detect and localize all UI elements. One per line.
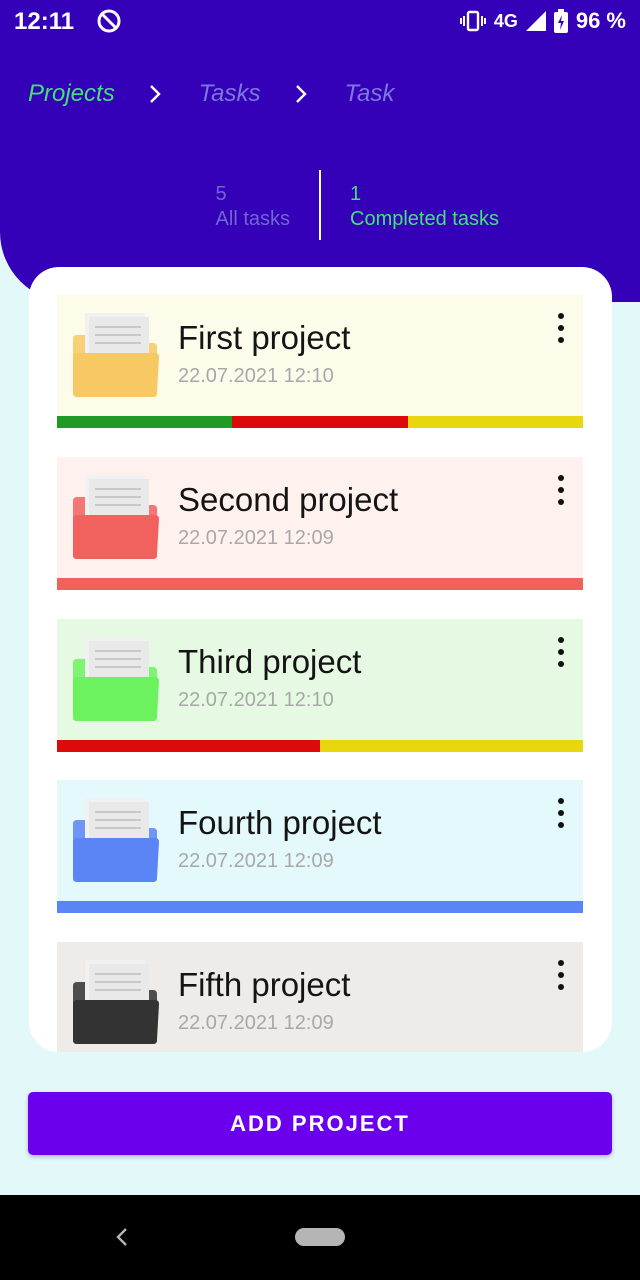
folder-icon xyxy=(73,798,159,882)
vibrate-icon xyxy=(459,10,486,32)
folder-icon xyxy=(73,960,159,1044)
project-date: 22.07.2021 12:09 xyxy=(178,1012,334,1034)
project-date: 22.07.2021 12:09 xyxy=(178,850,334,872)
battery-icon xyxy=(553,9,568,33)
progress-bar xyxy=(57,578,583,590)
breadcrumb-task[interactable]: Task xyxy=(345,80,395,108)
network-label: 4G xyxy=(493,10,518,31)
breadcrumb: Projects Tasks Task xyxy=(28,78,394,110)
project-card[interactable]: First project 22.07.2021 12:10 xyxy=(57,295,583,428)
battery-percent: 96 % xyxy=(575,8,626,33)
progress-bar xyxy=(57,740,583,752)
project-date: 22.07.2021 12:09 xyxy=(178,527,334,549)
project-card[interactable]: Fifth project 22.07.2021 12:09 xyxy=(57,942,583,1052)
task-stats: 5 All tasks 1 Completed tasks xyxy=(0,170,640,240)
status-bar: 12:11 4G 96 % xyxy=(0,0,640,46)
completed-tasks-count: 1 xyxy=(350,183,362,205)
project-title: First project xyxy=(178,319,351,356)
status-indicators: 4G 96 % xyxy=(459,8,626,34)
project-title: Fifth project xyxy=(178,966,351,1003)
dnd-icon xyxy=(97,9,121,33)
more-options-icon[interactable] xyxy=(551,960,571,990)
progress-segment xyxy=(57,416,233,428)
progress-segment xyxy=(57,740,320,752)
all-tasks-count: 5 xyxy=(215,183,227,205)
chevron-right-icon xyxy=(149,85,161,103)
all-tasks-label: All tasks xyxy=(215,208,290,230)
progress-bar xyxy=(57,901,583,913)
project-card[interactable]: Fourth project 22.07.2021 12:09 xyxy=(57,780,583,913)
more-options-icon[interactable] xyxy=(551,798,571,828)
project-card[interactable]: Second project 22.07.2021 12:09 xyxy=(57,457,583,590)
add-project-button[interactable]: ADD PROJECT xyxy=(28,1092,612,1155)
chevron-right-icon xyxy=(295,85,307,103)
status-time: 12:11 xyxy=(14,8,75,35)
project-title: Third project xyxy=(178,643,362,680)
project-date: 22.07.2021 12:10 xyxy=(178,689,334,711)
progress-segment xyxy=(57,901,583,913)
breadcrumb-tasks[interactable]: Tasks xyxy=(199,80,261,108)
more-options-icon[interactable] xyxy=(551,475,571,505)
folder-icon xyxy=(73,475,159,559)
back-icon[interactable] xyxy=(112,1225,132,1249)
project-date: 22.07.2021 12:10 xyxy=(178,365,334,387)
progress-bar xyxy=(57,416,583,428)
folder-icon xyxy=(73,313,159,397)
signal-icon xyxy=(525,11,546,31)
project-title: Second project xyxy=(178,481,399,518)
project-list[interactable]: First project 22.07.2021 12:10 Second pr… xyxy=(29,267,612,1052)
all-tasks-stat[interactable]: 5 All tasks xyxy=(216,182,290,232)
more-options-icon[interactable] xyxy=(551,637,571,667)
progress-segment xyxy=(407,416,583,428)
stats-divider xyxy=(319,170,321,240)
folder-icon xyxy=(73,637,159,721)
completed-tasks-label: Completed tasks xyxy=(350,208,499,230)
progress-segment xyxy=(232,416,408,428)
progress-segment xyxy=(57,578,583,590)
more-options-icon[interactable] xyxy=(551,313,571,343)
breadcrumb-projects[interactable]: Projects xyxy=(28,80,115,108)
home-button[interactable] xyxy=(295,1228,345,1246)
navigation-bar xyxy=(0,1195,640,1280)
project-title: Fourth project xyxy=(178,804,382,841)
project-card[interactable]: Third project 22.07.2021 12:10 xyxy=(57,619,583,752)
progress-segment xyxy=(320,740,583,752)
completed-tasks-stat[interactable]: 1 Completed tasks xyxy=(350,182,499,232)
